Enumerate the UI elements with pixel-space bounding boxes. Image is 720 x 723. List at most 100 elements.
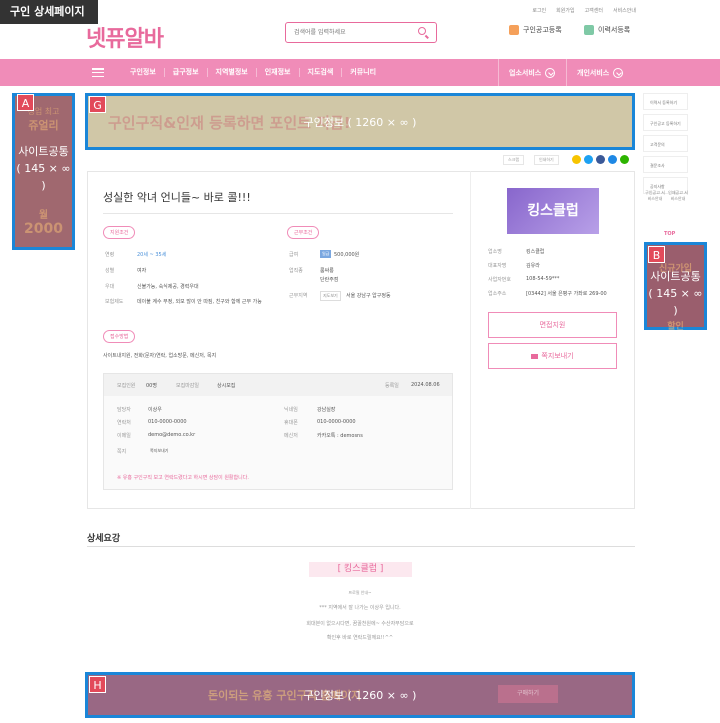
- warning-text: ※ 유흥 구인구직 보고 연락드렸다고 하시면 상담이 원활합니다.: [117, 475, 249, 481]
- overlay-g-size: ( 1260 × ∞ ): [347, 116, 417, 129]
- right-sidebar: 이력서 등록하기 구인공고 등록하기 고객문의 결문조사 공지사항: [643, 93, 688, 198]
- age-key: 연령: [105, 252, 115, 258]
- apply-method-value: 사이트내지원, 전화(문자)연락, 업소방문, 메신저, 목지: [103, 353, 217, 359]
- login-link[interactable]: 로그인: [532, 7, 546, 14]
- personal-service-label: 개인서비스: [577, 68, 610, 77]
- detail-bracket-title: [ 킹스클럽 ]: [309, 562, 412, 577]
- facebook-share-icon[interactable]: [596, 155, 605, 164]
- page-tag: 구인 상세페이지: [0, 0, 98, 24]
- company-name-key: 업소명: [488, 249, 502, 255]
- nickname-key: 닉네임: [284, 407, 298, 413]
- work-condition-pill: 근무조건: [287, 226, 320, 239]
- banner-b-bg-line2: 할인: [667, 322, 684, 332]
- kakao-share-icon[interactable]: [572, 155, 581, 164]
- map-view-button[interactable]: 지도보기: [320, 291, 341, 301]
- interview-apply-button[interactable]: 면접지원: [488, 312, 617, 338]
- ceo-key: 대표자명: [488, 263, 507, 269]
- support-link[interactable]: 고객센터: [585, 7, 603, 14]
- overlay-a-size: ( 145 × ∞ ): [16, 162, 71, 192]
- job-title: 성실한 악녀 언니들~ 바로 콜!!!: [103, 191, 251, 204]
- overlay-h: 돈이되는 유흥 구인구직 홈페이지 구매하기 구인정보 ( 1260 × ∞ ): [85, 672, 635, 718]
- document-icon: [509, 25, 519, 35]
- send-note-link[interactable]: 쪽지보내기: [150, 448, 168, 454]
- bizno-value: 108-54-59***: [526, 276, 560, 282]
- overlay-h-title: 구인정보: [303, 689, 345, 702]
- nav-item-region[interactable]: 지역별정보: [208, 68, 257, 77]
- title-divider: [103, 213, 453, 214]
- messenger-key: 메신저: [284, 433, 298, 439]
- top-button[interactable]: TOP: [664, 231, 675, 237]
- sidebar-item-survey[interactable]: 결문조사: [643, 156, 688, 173]
- email-value: demo@demo.co.kr: [148, 432, 196, 438]
- address-value: [03442] 서울 은평구 가좌로 269-00: [526, 291, 607, 297]
- site-logo[interactable]: 넷퓨알바: [86, 21, 164, 53]
- print-button[interactable]: 인쇄하기: [534, 155, 559, 165]
- manager-value: 이상우: [148, 407, 162, 413]
- overlay-g-title: 구인정보: [303, 116, 345, 129]
- sidebar-guide-talent[interactable]: 인재공고 서비스안내: [668, 190, 688, 202]
- mobile-value: 010-0000-0000: [317, 419, 356, 425]
- sidebar-guide-job[interactable]: 구인공고 서비스안내: [645, 190, 665, 202]
- send-message-label: 쪽지보내기: [541, 352, 574, 360]
- jobtype-value-1: 룸싸롱: [320, 268, 334, 274]
- company-logo-text: 킹스클럽: [527, 203, 579, 219]
- gender-key: 성별: [105, 268, 115, 274]
- nav-item-talent[interactable]: 인재정보: [257, 68, 300, 77]
- service-guide-link[interactable]: 서비스안내: [613, 7, 636, 14]
- contact-key: 연락처: [117, 420, 131, 426]
- menu-icon[interactable]: [92, 68, 104, 77]
- resume-label: 이력서등록: [598, 26, 631, 34]
- messenger-value: 카카오톡 : demosns: [317, 433, 363, 439]
- scrap-button[interactable]: 스크랩: [503, 155, 525, 165]
- detail-line-2: *** 지역에서 잘 나가는 이상우 입니다.: [319, 605, 401, 611]
- pencil-icon: [584, 25, 594, 35]
- sidebar-item-resume[interactable]: 이력서 등록하기: [643, 93, 688, 110]
- main-nav: 구인정보 급구정보 지역별정보 인재정보 지도검색 커뮤니티 업소서비스 개인서…: [0, 59, 720, 86]
- bizno-key: 사업자번호: [488, 277, 512, 283]
- jobtype-value-2: 단란주점: [320, 277, 339, 283]
- blog-share-icon[interactable]: [608, 155, 617, 164]
- sidebar-item-post-job[interactable]: 구인공고 등록하기: [643, 114, 688, 131]
- resume-button[interactable]: 이력서등록: [584, 25, 630, 35]
- nav-item-urgent[interactable]: 급구정보: [165, 68, 208, 77]
- signup-link[interactable]: 회원가입: [556, 7, 574, 14]
- welfare-value: 데이불 계수 부정, 외모 많이 안 따짐, 친구와 함께 근무 가능: [137, 299, 262, 305]
- naver-share-icon[interactable]: [620, 155, 629, 164]
- overlay-b-badge: B: [648, 246, 665, 263]
- post-job-label: 구인공고등록: [523, 26, 562, 34]
- personal-service-menu[interactable]: 개인서비스: [566, 59, 624, 86]
- overlay-h-badge: H: [89, 676, 106, 693]
- nav-item-community[interactable]: 커뮤니티: [342, 68, 384, 77]
- overlay-b-size: ( 145 × ∞ ): [648, 287, 703, 317]
- nav-item-jobs[interactable]: 구인정보: [122, 68, 165, 77]
- age-value: 20세 ~ 35세: [137, 252, 167, 258]
- recruit-count-value: 00명: [146, 383, 157, 389]
- search-input[interactable]: [286, 23, 406, 41]
- chevron-down-icon: [545, 67, 556, 78]
- sidebar-item-support[interactable]: 고객문의: [643, 135, 688, 152]
- address-key: 업소주소: [488, 291, 507, 297]
- business-service-menu[interactable]: 업소서비스: [498, 59, 556, 86]
- apply-method-pill: 접수방법: [103, 330, 136, 343]
- nav-item-map[interactable]: 지도검색: [300, 68, 343, 77]
- twitter-share-icon[interactable]: [584, 155, 593, 164]
- pref-value: 신불가능, 숙식제공, 경력우대: [137, 284, 199, 290]
- detail-line-1: 프로필 안내~: [348, 590, 372, 595]
- send-message-button[interactable]: 쪽지보내기: [488, 343, 617, 369]
- overlay-a-badge: A: [17, 94, 34, 111]
- pay-value: 500,000원: [334, 252, 360, 258]
- pref-key: 우대: [105, 284, 115, 290]
- envelope-icon: [531, 353, 539, 359]
- deadline-value: 상시모집: [217, 383, 236, 389]
- ceo-value: 김유라: [526, 263, 540, 269]
- overlay-g-badge: G: [89, 96, 106, 113]
- banner-a-bg-line3: 월: [38, 210, 49, 221]
- contact-value: 010-0000-0000: [148, 419, 187, 425]
- post-job-button[interactable]: 구인공고등록: [509, 25, 562, 35]
- detail-line-3: 회대뵨이 없으시다면, 꿈꿀천원에~ 수산자부담으로: [306, 621, 414, 627]
- overlay-a: 성업 최고 쥬얼리 사이트공통 ( 145 × ∞ ) 월 2000: [12, 93, 75, 250]
- jobtype-key: 업직종: [289, 268, 303, 274]
- nickname-value: 강남실장: [317, 407, 336, 413]
- search-icon[interactable]: [418, 27, 426, 35]
- detail-line-4: 확인후 바로 연락드릴께요!!^^: [326, 635, 394, 641]
